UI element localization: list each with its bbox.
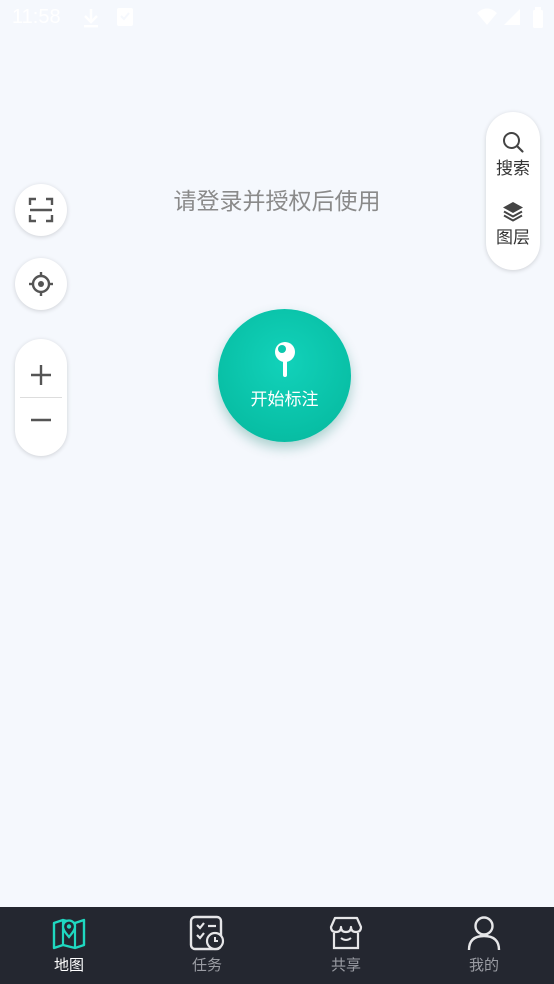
- login-prompt: 请登录并授权后使用: [173, 189, 381, 215]
- bottom-nav: 地图 任务 共享 我的: [0, 907, 554, 984]
- start-annotation-label: 开始标注: [250, 390, 319, 410]
- search-label: 搜索: [496, 159, 530, 179]
- start-annotation-button[interactable]: 开始标注: [218, 309, 351, 442]
- layers-label: 图层: [496, 228, 530, 248]
- battery-icon: [532, 7, 544, 33]
- pin-icon: [275, 342, 295, 377]
- nav-item-map[interactable]: 地图: [0, 907, 138, 984]
- zoom-control: [15, 339, 67, 456]
- plus-icon: [31, 365, 51, 385]
- nav-label-share: 共享: [330, 956, 361, 974]
- nav-item-tasks[interactable]: 任务: [138, 907, 276, 984]
- nav-item-profile[interactable]: 我的: [415, 907, 553, 984]
- zoom-in-button[interactable]: [15, 341, 67, 397]
- nav-label-profile: 我的: [468, 956, 499, 974]
- user-icon: [467, 916, 501, 951]
- locate-button[interactable]: [15, 258, 67, 310]
- nav-item-share[interactable]: 共享: [277, 907, 415, 984]
- nav-label-map: 地图: [53, 956, 84, 974]
- notification-icon: [116, 7, 134, 31]
- signal-icon: [503, 7, 521, 31]
- task-icon: [189, 915, 225, 951]
- app-screen: 11:58 搜索 图层 请登录并授权后使用 开始标注 地图 任务 共享 我的: [0, 0, 554, 984]
- search-icon: [503, 132, 524, 153]
- map-icon: [52, 918, 86, 950]
- status-time: 11:58: [12, 6, 61, 28]
- minus-icon: [31, 418, 51, 422]
- crosshair-icon: [29, 272, 53, 296]
- status-bar: 11:58: [0, 0, 554, 36]
- download-icon: [82, 7, 100, 33]
- zoom-out-button[interactable]: [15, 398, 67, 454]
- wifi-icon: [476, 7, 498, 31]
- store-icon: [329, 916, 363, 950]
- nav-label-tasks: 任务: [191, 956, 222, 974]
